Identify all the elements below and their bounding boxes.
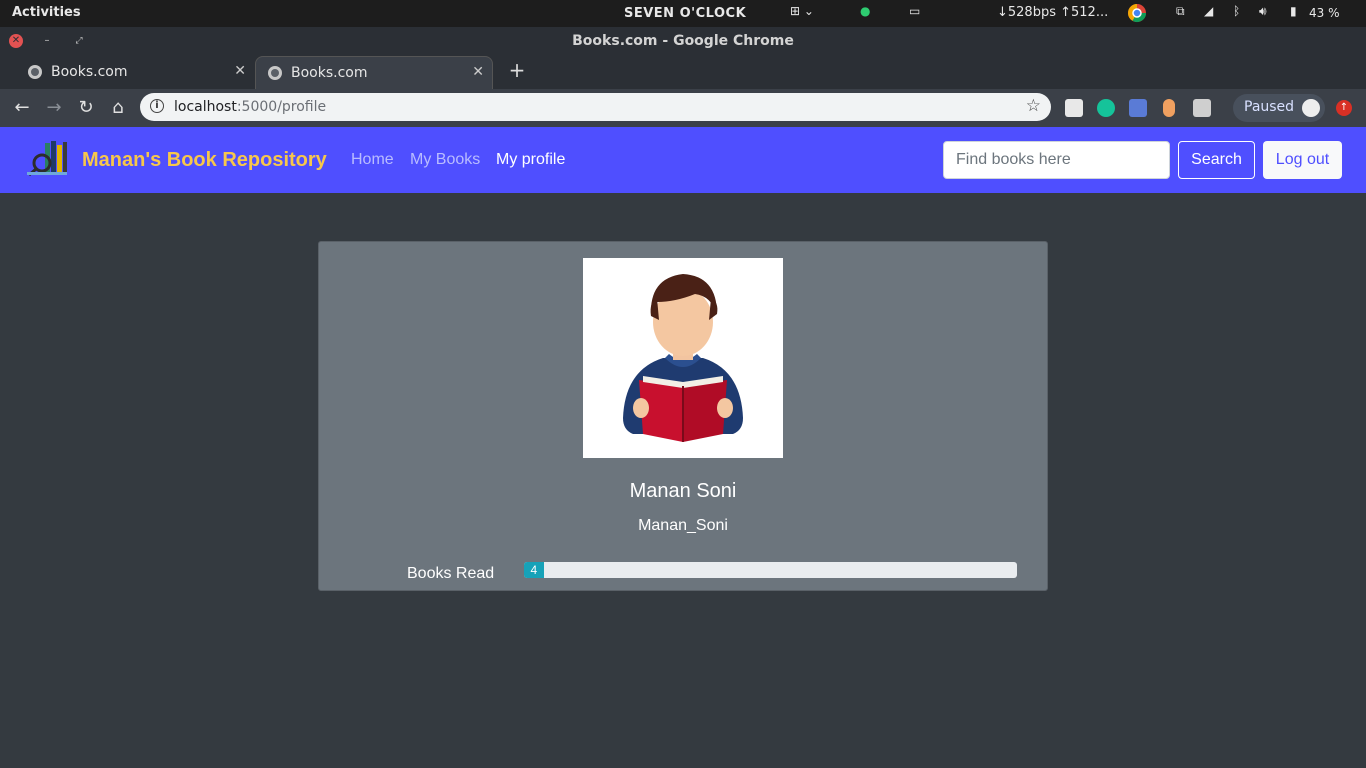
nav-my-books-link[interactable]: My Books <box>410 151 480 169</box>
window-title: Books.com - Google Chrome <box>572 33 794 49</box>
update-icon[interactable]: ↑ <box>1336 100 1352 116</box>
site-navbar: Manan's Book Repository Home My Books My… <box>0 127 1366 193</box>
books-read-label: Books Read <box>407 565 495 582</box>
nav-home-link[interactable]: Home <box>351 151 394 169</box>
volume-icon[interactable]: 🔊︎ <box>1259 4 1267 19</box>
search-button[interactable]: Search <box>1178 141 1255 179</box>
profile-name: Manan Soni <box>629 480 737 502</box>
profile-username: Manan_Soni <box>638 517 728 534</box>
extension-window-icon[interactable] <box>1193 99 1211 117</box>
activities-button[interactable]: Activities <box>12 5 81 20</box>
brand-title[interactable]: Manan's Book Repository <box>82 149 327 172</box>
reload-icon[interactable]: ↻ <box>75 97 97 119</box>
translate-icon[interactable] <box>1129 99 1147 117</box>
site-info-icon[interactable]: i <box>150 99 164 113</box>
tab-label: Books.com <box>291 65 368 81</box>
profile-card: Manan Soni Manan_Soni Books Read 4 <box>318 241 1048 591</box>
extension-blocker-icon[interactable] <box>1065 99 1083 117</box>
search-input[interactable] <box>943 141 1170 179</box>
tab-close-icon[interactable]: ✕ <box>234 63 246 79</box>
tab-label: Books.com <box>51 64 128 80</box>
tab-strip: Books.com ✕ Books.com ✕ + <box>0 55 1366 89</box>
url-path: :5000/profile <box>236 99 327 115</box>
bookmark-star-icon[interactable]: ☆ <box>1026 96 1041 116</box>
network-speed: ↓528bps ↑512... <box>997 5 1109 20</box>
battery-icon[interactable]: ▮ <box>1290 4 1297 18</box>
url-host: localhost <box>174 99 237 115</box>
cast-icon[interactable]: ⧉ <box>1176 4 1185 19</box>
extension-icon[interactable] <box>1163 99 1175 117</box>
url-text[interactable]: localhost:5000/profile <box>174 99 326 115</box>
address-bar[interactable]: i localhost:5000/profile ☆ <box>140 93 1051 121</box>
globe-icon <box>268 66 282 80</box>
window-title-bar: ✕ – ⤢ Books.com - Google Chrome <box>0 27 1366 55</box>
profile-avatar-icon <box>1302 99 1320 117</box>
nav-my-profile-link[interactable]: My profile <box>496 151 565 169</box>
app-grid-icon[interactable]: ⊞ ⌄ <box>790 4 814 18</box>
display-icon[interactable]: ▭ <box>909 4 920 18</box>
wifi-icon[interactable]: ◢ <box>1204 4 1213 18</box>
tab-books-1[interactable]: Books.com ✕ <box>16 56 254 89</box>
new-tab-icon[interactable]: + <box>507 60 527 80</box>
os-top-bar: Activities SEVEN O'CLOCK ⊞ ⌄ ● ▭ ↓528bps… <box>0 0 1366 27</box>
globe-icon <box>28 65 42 79</box>
bluetooth-icon[interactable]: ᛒ <box>1233 4 1240 18</box>
back-icon[interactable]: ← <box>11 97 33 119</box>
browser-toolbar: ← → ↻ ⌂ i localhost:5000/profile ☆ Pause… <box>0 89 1366 127</box>
tab-close-icon[interactable]: ✕ <box>472 64 484 80</box>
logout-button[interactable]: Log out <box>1263 141 1342 179</box>
books-read-progress-fill: 4 <box>524 562 544 578</box>
profile-avatar-image <box>583 258 783 458</box>
profile-chip[interactable]: Paused <box>1233 94 1325 122</box>
grammarly-icon[interactable] <box>1097 99 1115 117</box>
books-read-progress: 4 <box>524 562 1017 578</box>
chrome-tray-icon[interactable] <box>1127 3 1147 26</box>
battery-level: 43 % <box>1309 6 1340 20</box>
clock[interactable]: SEVEN O'CLOCK <box>624 6 746 21</box>
status-indicator-icon[interactable]: ● <box>860 4 870 18</box>
forward-icon[interactable]: → <box>43 97 65 119</box>
profile-chip-label: Paused <box>1244 99 1295 115</box>
home-icon[interactable]: ⌂ <box>107 97 129 119</box>
books-logo-icon[interactable] <box>23 139 69 177</box>
tab-books-2[interactable]: Books.com ✕ <box>255 56 493 89</box>
